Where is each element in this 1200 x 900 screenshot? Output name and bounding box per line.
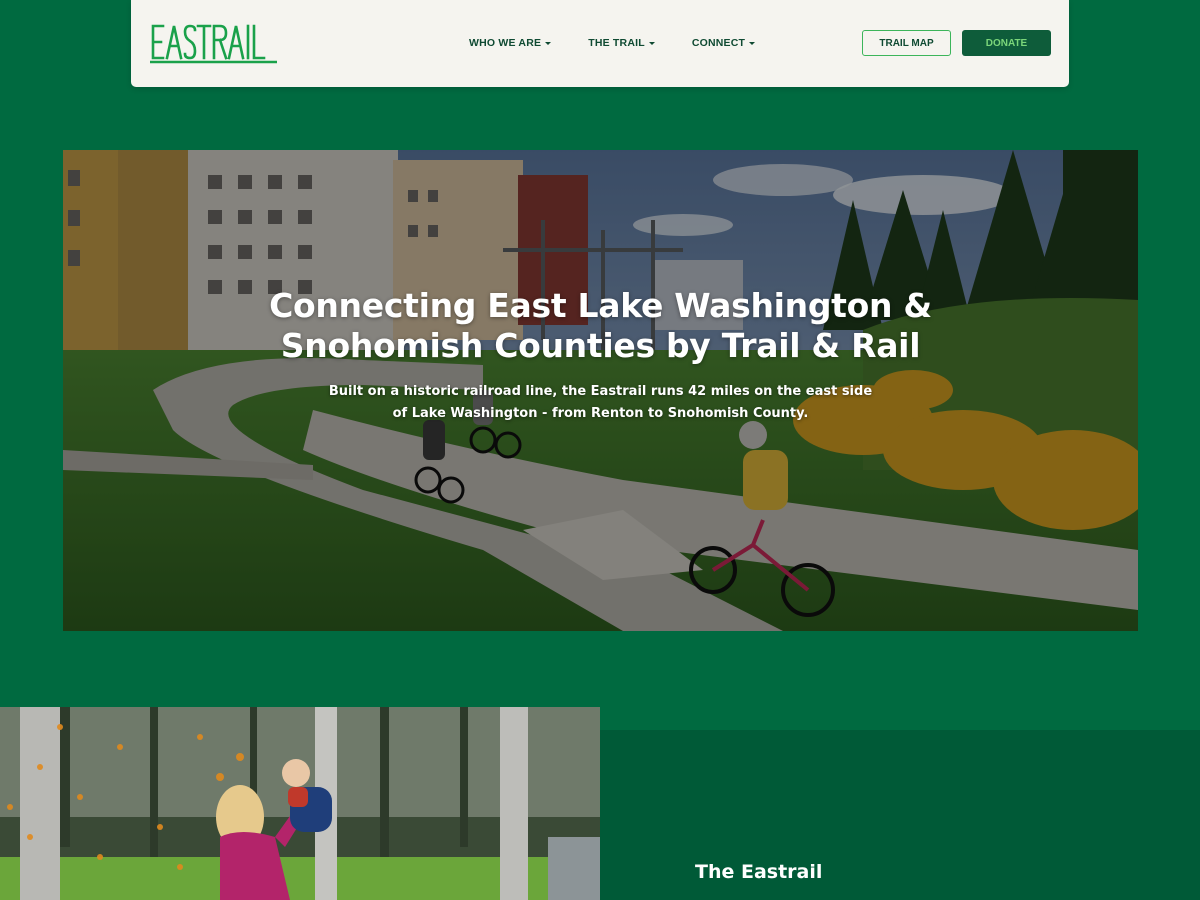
nav-the-trail[interactable]: THE TRAIL (588, 37, 655, 49)
hero-subtitle-line: of Lake Washington - from Renton to Snoh… (392, 406, 809, 421)
section-heading: The Eastrail (695, 861, 823, 883)
eastrail-logo[interactable] (149, 22, 279, 64)
section-photo (0, 707, 600, 900)
hero-banner: Connecting East Lake Washington & Snohom… (63, 150, 1138, 631)
trail-map-button[interactable]: TRAIL MAP (862, 30, 951, 56)
hero-title: Connecting East Lake Washington & Snohom… (63, 286, 1138, 366)
nav-label: THE TRAIL (588, 37, 645, 49)
chevron-down-icon (545, 42, 552, 45)
hero-title-line: Connecting East Lake Washington & (269, 286, 932, 325)
nav-label: CONNECT (691, 37, 746, 49)
hero-subtitle-line: Built on a historic railroad line, the E… (328, 384, 873, 399)
nav-connect[interactable]: CONNECT (691, 37, 756, 49)
chevron-down-icon (749, 42, 756, 45)
nav-label: WHO WE ARE (469, 37, 542, 49)
nav-who-we-are[interactable]: WHO WE ARE (469, 37, 552, 49)
main-nav: WHO WE ARE THE TRAIL CONNECT (469, 37, 756, 49)
site-header: WHO WE ARE THE TRAIL CONNECT TRAIL MAP D… (131, 0, 1069, 87)
donate-button[interactable]: DONATE (962, 30, 1051, 56)
eastrail-intro-panel: The Eastrail (600, 730, 1200, 900)
hero-subtitle: Built on a historic railroad line, the E… (63, 381, 1138, 425)
hero-title-line: Snohomish Counties by Trail & Rail (280, 326, 921, 365)
chevron-down-icon (648, 42, 655, 45)
